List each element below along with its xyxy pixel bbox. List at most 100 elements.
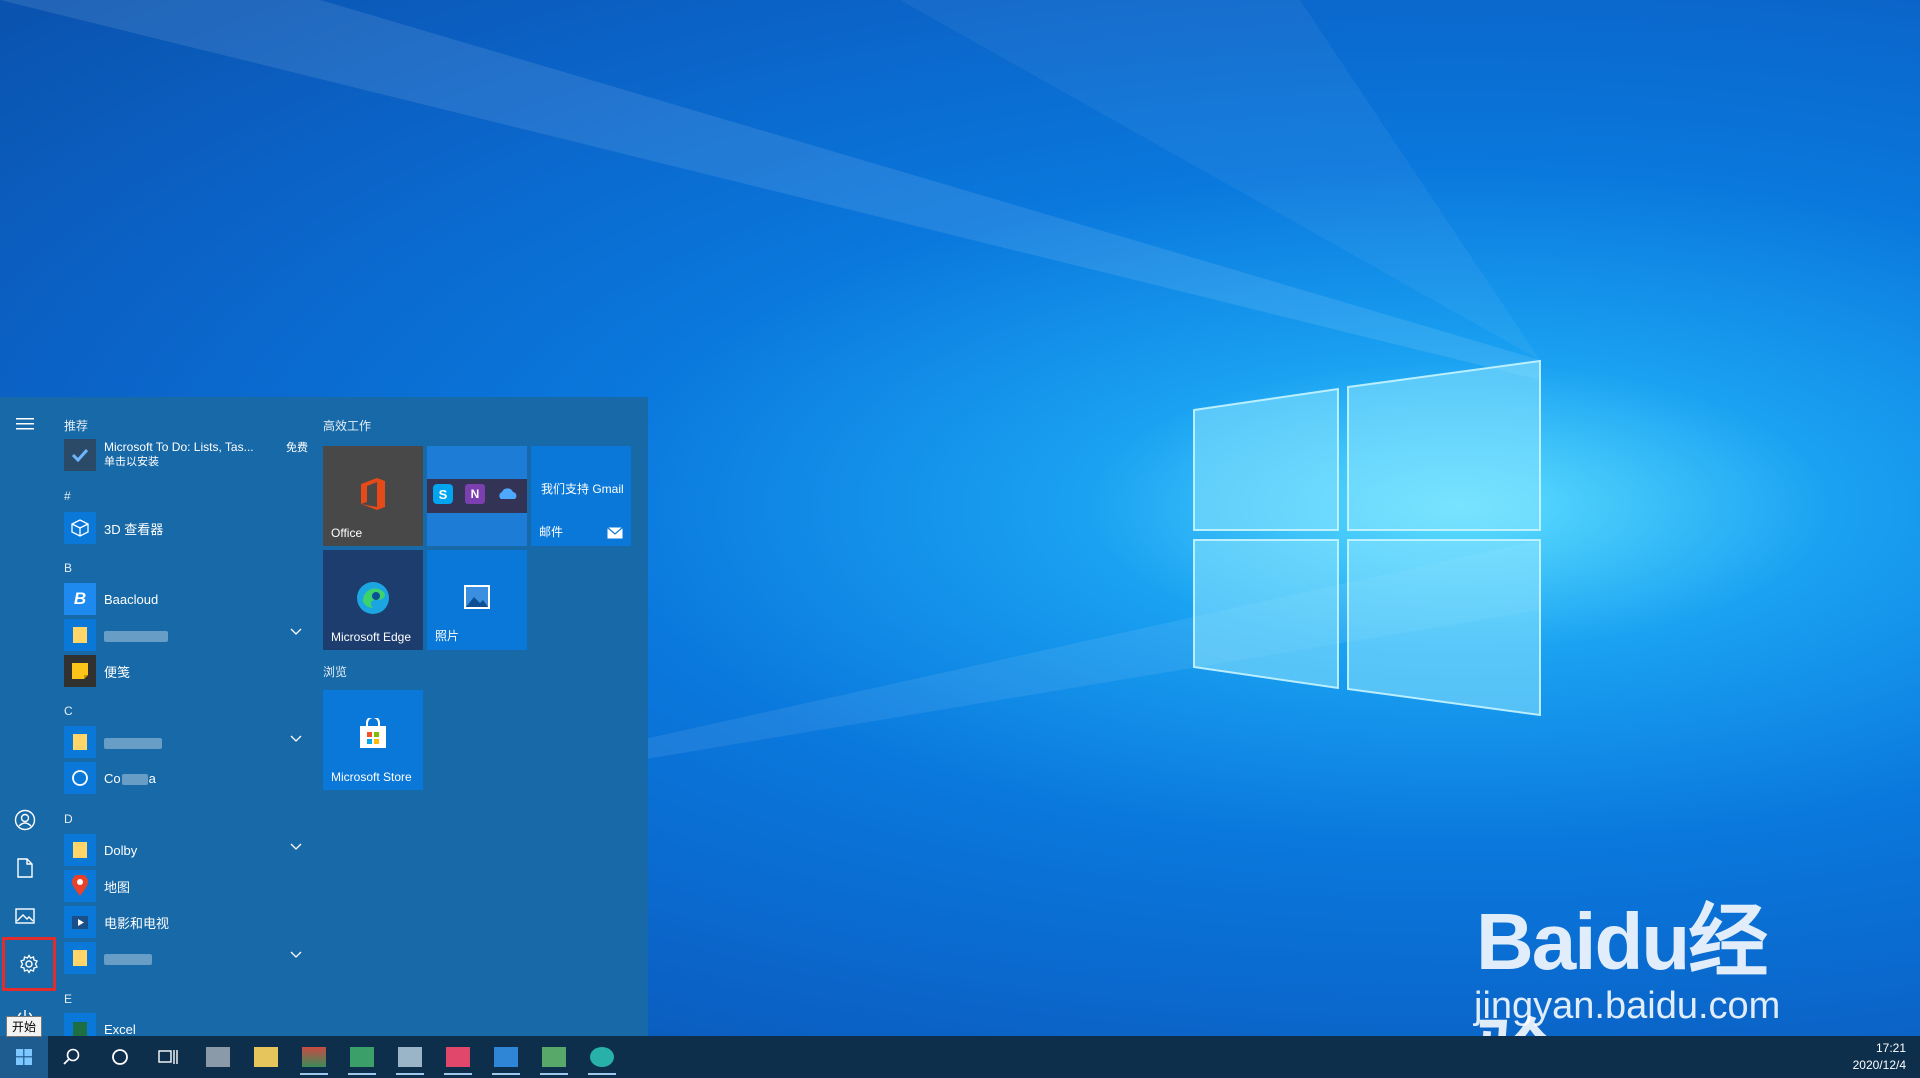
taskbar: 17:21 2020/12/4	[0, 1036, 1920, 1078]
tile-group-productivity: 高效工作	[323, 419, 372, 433]
tile-microsoft-edge[interactable]: Microsoft Edge	[323, 550, 423, 650]
section-header-e: E	[64, 992, 73, 1006]
windows-logo-wallpaper	[1193, 359, 1541, 717]
user-icon	[14, 809, 36, 831]
section-header-recommended: 推荐	[64, 419, 89, 433]
todo-sub: 单击以安装	[104, 456, 159, 468]
app-sticky-notes[interactable]: 便笺	[64, 654, 308, 688]
pictures-icon	[15, 908, 35, 924]
skype-icon: S	[433, 484, 453, 504]
onenote-icon: N	[465, 484, 485, 504]
task-view-button[interactable]	[144, 1036, 192, 1078]
sticky-notes-icon	[64, 655, 96, 687]
app-label: Dolby	[104, 842, 138, 858]
store-bag-icon	[360, 718, 386, 748]
tile-photos[interactable]: 照片	[427, 550, 527, 650]
excel-icon	[64, 1013, 96, 1036]
edge-icon	[357, 582, 389, 614]
taskbar-app-9[interactable]	[584, 1042, 620, 1075]
clock-time: 17:21	[1875, 1041, 1906, 1055]
app-folder-blurred-2[interactable]	[64, 725, 308, 759]
todo-icon	[64, 439, 96, 471]
tile-label: Office	[331, 526, 363, 540]
mail-tile-message: 我们支持 Gmail	[541, 482, 624, 496]
gear-icon	[20, 954, 38, 974]
mail-icon	[607, 527, 623, 539]
user-button[interactable]	[0, 797, 50, 843]
app-list: 推荐 Microsoft To Do: Lists, Tas... 单击以安装 …	[60, 397, 308, 1036]
document-icon	[17, 858, 33, 878]
windows-icon	[16, 1049, 32, 1065]
tile-mail[interactable]: 我们支持 Gmail 邮件	[531, 446, 631, 546]
cortana-app-icon	[64, 762, 96, 794]
taskbar-app-file-explorer[interactable]	[248, 1042, 284, 1072]
taskbar-app-4[interactable]	[344, 1042, 380, 1075]
expand-button[interactable]	[0, 401, 50, 447]
recommended-app-todo[interactable]: Microsoft To Do: Lists, Tas... 单击以安装 免费	[64, 435, 308, 475]
settings-button[interactable]	[2, 937, 56, 991]
app-dolby[interactable]: Dolby	[64, 833, 308, 867]
chevron-down-icon	[290, 843, 302, 850]
taskbar-app-8[interactable]	[536, 1042, 572, 1075]
app-baacloud[interactable]: B Baacloud	[64, 582, 308, 616]
start-menu: 推荐 Microsoft To Do: Lists, Tas... 单击以安装 …	[0, 397, 648, 1036]
app-excel[interactable]: Excel	[64, 1012, 308, 1036]
office-icon	[361, 478, 385, 510]
taskbar-app-5[interactable]	[392, 1042, 428, 1075]
chevron-down-icon	[290, 628, 302, 635]
watermark-logo-part-1: Bai	[1476, 897, 1596, 986]
watermark-url: jingyan.baidu.com	[1474, 985, 1781, 1027]
app-cortana[interactable]: Co a	[64, 761, 308, 795]
todo-name: Microsoft To Do: Lists, Tas...	[104, 440, 254, 454]
app-label: 地图	[104, 879, 131, 895]
app-maps[interactable]: 地图	[64, 869, 308, 903]
app-3d-viewer[interactable]: 3D 查看器	[64, 511, 308, 545]
cortana-icon	[112, 1049, 128, 1065]
tile-office-apps-folder[interactable]: S N	[427, 446, 527, 546]
documents-button[interactable]	[0, 845, 50, 891]
app-folder-blurred-1[interactable]	[64, 618, 308, 652]
tile-label: 照片	[435, 629, 460, 643]
app-folder-blurred-3[interactable]	[64, 941, 308, 975]
start-button[interactable]	[0, 1036, 48, 1078]
section-header-d: D	[64, 812, 73, 826]
taskbar-app-7[interactable]	[488, 1042, 524, 1075]
folder-icon	[64, 726, 96, 758]
blurred-label	[104, 951, 152, 966]
baacloud-icon: B	[64, 583, 96, 615]
search-button[interactable]	[48, 1036, 96, 1078]
app-label: Baacloud	[104, 591, 159, 607]
section-header-hash: #	[64, 489, 71, 503]
app-label: Excel	[104, 1021, 136, 1037]
tile-label: 邮件	[539, 525, 564, 539]
blurred-label	[104, 628, 168, 643]
cortana-button[interactable]	[96, 1036, 144, 1078]
taskbar-app-3[interactable]	[296, 1042, 332, 1075]
watermark-logo-part-2: du	[1594, 897, 1691, 986]
folder-icon	[64, 942, 96, 974]
pictures-button[interactable]	[0, 893, 50, 939]
tile-label: Microsoft Store	[331, 770, 412, 784]
start-rail	[0, 397, 56, 1036]
onedrive-icon	[499, 488, 517, 499]
blurred-label	[104, 735, 162, 750]
app-movies-tv[interactable]: 电影和电视	[64, 905, 308, 939]
taskbar-app-6[interactable]	[440, 1042, 476, 1075]
folder-icon	[64, 619, 96, 651]
section-header-b: B	[64, 561, 73, 575]
app-label: 电影和电视	[104, 915, 170, 931]
free-badge: 免费	[286, 442, 308, 454]
app-label: 便笺	[104, 664, 131, 680]
folder-icon	[64, 834, 96, 866]
clock-date: 2020/12/4	[1852, 1058, 1906, 1072]
baidu-watermark: Baidu经验 jingyan.baidu.com	[1470, 865, 1830, 1036]
task-view-icon	[158, 1050, 178, 1064]
tile-label: Microsoft Edge	[331, 630, 412, 644]
tile-office[interactable]: Office	[323, 446, 423, 546]
photos-icon	[464, 585, 490, 609]
chevron-down-icon	[290, 735, 302, 742]
hamburger-icon	[16, 418, 34, 430]
tile-microsoft-store[interactable]: Microsoft Store	[323, 690, 423, 790]
system-clock[interactable]: 17:21 2020/12/4	[1853, 1040, 1906, 1074]
taskbar-app-1[interactable]	[200, 1042, 236, 1072]
